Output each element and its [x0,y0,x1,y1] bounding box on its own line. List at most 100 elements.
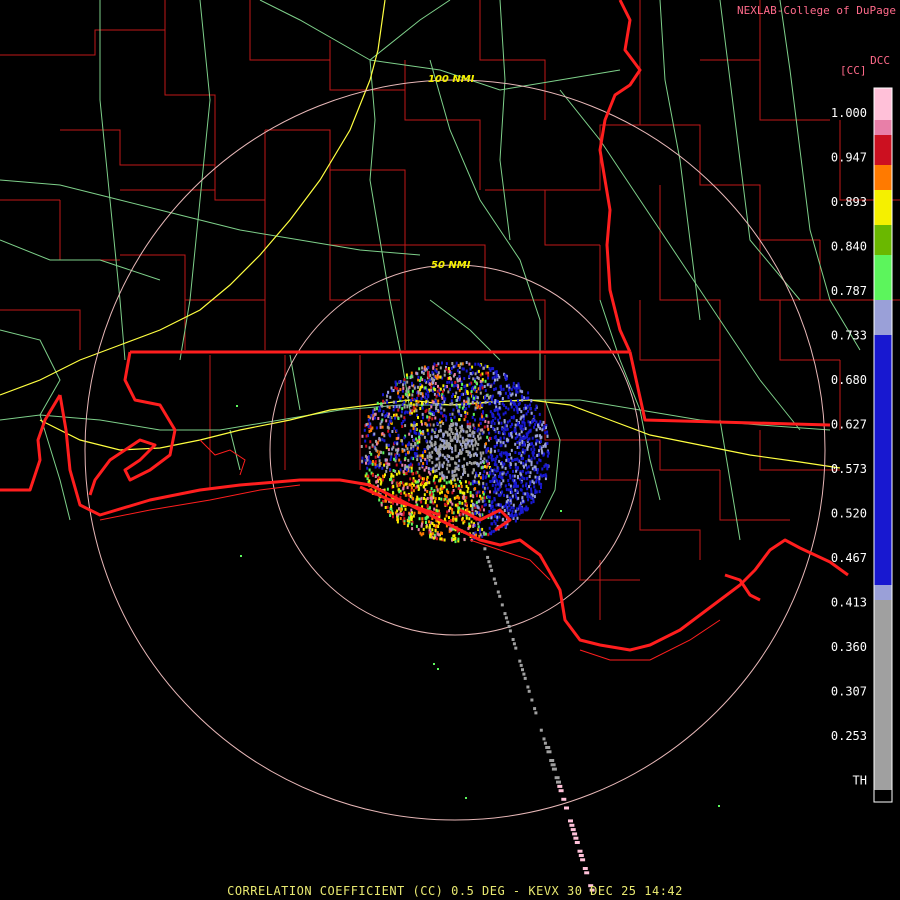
echo-pixel [533,425,535,429]
echo-pixel [421,370,423,374]
echo-pixel [410,486,413,490]
echo-pixel [411,435,413,438]
echo-pixel [406,380,409,384]
echo-pixel [529,403,531,407]
echo-pixel [491,500,494,504]
echo-pixel [515,469,518,473]
echo-pixel [486,435,489,439]
echo-pixel [546,454,549,458]
echo-pixel [518,442,521,446]
echo-pixel [477,362,480,366]
echo-pixel [529,471,532,475]
echo-pixel [415,498,418,502]
echo-pixel [454,503,457,507]
echo-pixel [373,407,376,411]
echo-pixel [435,524,438,528]
echo-pixel [444,494,447,498]
echo-pixel [498,480,501,484]
echo-pixel [368,446,371,450]
echo-pixel [445,418,448,422]
spoke-pixel [486,555,490,559]
echo-pixel [718,805,720,807]
echo-pixel [415,452,418,456]
echo-pixel [465,797,467,799]
echo-pixel [515,484,518,488]
echo-pixel [546,430,549,434]
echo-pixel [461,447,464,451]
echo-pixel [406,405,409,409]
echo-pixel [483,496,486,500]
echo-pixel [523,477,526,481]
echo-pixel [377,409,380,413]
spoke-pixel [558,789,564,793]
echo-pixel [455,403,458,407]
echo-pixel [401,407,404,411]
echo-pixel [491,522,494,526]
echo-pixel [386,394,389,398]
echo-pixel [530,463,533,467]
echo-pixel [421,481,424,485]
echo-pixel [418,517,421,521]
echo-pixel [536,468,539,471]
echo-pixel [516,390,519,394]
echo-pixel [515,393,517,397]
echo-pixel [432,470,435,474]
echo-pixel [504,503,507,507]
echo-pixel [467,398,470,402]
echo-pixel [390,386,393,390]
echo-pixel [423,497,425,500]
echo-pixel [415,437,418,441]
echo-pixel [473,426,476,430]
echo-pixel [365,423,368,427]
echo-pixel [420,459,423,463]
echo-pixel [407,390,410,394]
echo-pixel [472,412,475,416]
echo-pixel [432,400,435,404]
echo-pixel [455,517,458,521]
echo-pixel [491,469,494,473]
echo-pixel [477,369,480,373]
echo-pixel [539,459,542,463]
echo-pixel [483,385,486,388]
echo-pixel [415,409,418,413]
echo-pixel [515,384,518,388]
spoke-pixel [496,590,500,594]
echo-pixel [391,481,394,485]
ring-label-50: 50 NMI [431,260,471,271]
echo-pixel [491,504,494,508]
echo-pixel [518,401,521,405]
echo-pixel [445,439,448,443]
echo-pixel [457,510,459,514]
echo-pixel [361,459,364,463]
spoke-pixel [550,763,556,767]
echo-pixel [431,522,434,525]
echo-pixel [439,447,442,451]
echo-pixel [420,496,423,500]
echo-pixel [521,420,524,424]
echo-pixel [400,410,403,414]
spoke-pixel [551,767,557,771]
echo-pixel [524,427,527,431]
echo-pixel [469,428,472,432]
echo-pixel [489,385,492,388]
echo-pixel [404,452,407,456]
echo-pixel [504,411,507,415]
echo-pixel [494,515,497,519]
echo-pixel [420,397,423,401]
echo-pixel [397,436,400,440]
echo-pixel [507,479,510,483]
echo-pixel [510,512,513,516]
echo-pixel [496,455,499,459]
echo-pixel [449,426,452,430]
echo-pixel [468,481,471,485]
echo-pixel [410,371,413,375]
echo-pixel [392,400,395,404]
echo-pixel [430,388,432,392]
echo-pixel [474,443,477,447]
legend-label: 0.573 [831,462,867,476]
echo-pixel [391,512,394,516]
echo-pixel [521,469,524,473]
legend-label: 0.680 [831,373,867,387]
echo-pixel [503,427,506,431]
echo-pixel [511,490,514,494]
